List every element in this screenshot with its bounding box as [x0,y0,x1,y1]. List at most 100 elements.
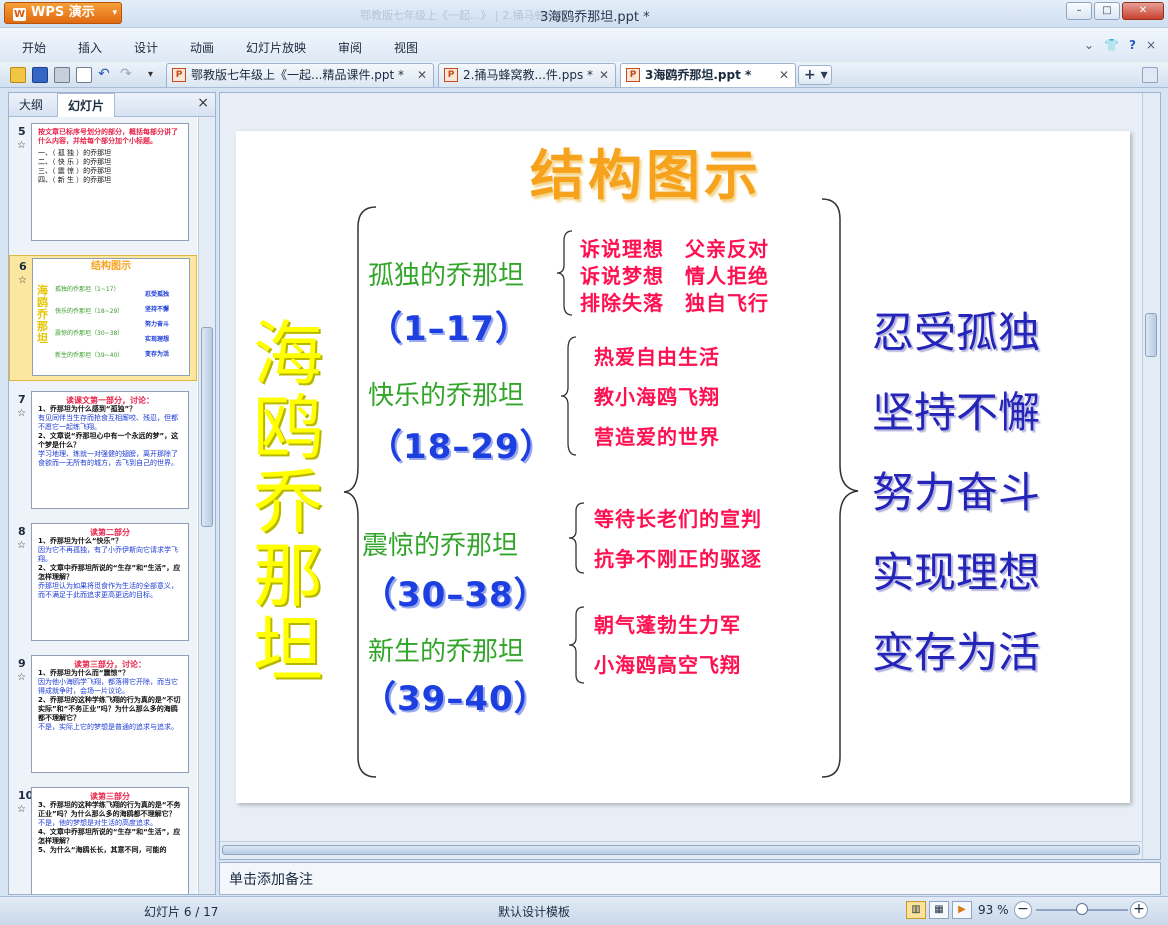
slide-title[interactable]: 结构图示 [530,131,762,210]
skin-shirt-icon[interactable]: 👕 [1104,38,1119,52]
section-brace [556,230,573,316]
section-detail[interactable]: 抗争不刚正的驱逐 [594,543,762,572]
maximize-button[interactable]: □ [1094,2,1120,20]
tab-outline[interactable]: 大纲 [19,96,43,113]
slide-thumbnail[interactable]: 结构图示 海鸥乔那坦 孤独的乔那坦（1~17） 快乐的乔那坦（18~29） 震惊… [32,258,190,376]
menu-view[interactable]: 视图 [394,39,418,56]
section-name[interactable]: 孤独的乔那坦 [368,255,524,292]
thumb-line: 不是，他的梦想是对生活的高度追求。 [38,819,157,827]
section-detail[interactable]: 小海鸥高空飞翔 [594,649,741,678]
theme-text[interactable]: 变存为活 [872,619,1040,680]
menu-design[interactable]: 设计 [134,39,158,56]
thumb-line: 1、乔那坦为什么而“震惊”？ [38,669,130,677]
minimize-button[interactable]: – [1066,2,1092,20]
close-tab-icon[interactable]: ✕ [779,64,789,86]
zoom-out-button[interactable]: − [1014,901,1032,919]
ppt-file-icon: P [626,68,640,82]
slide-thumbnail[interactable]: 读课文第一部分，讨论： 1、乔那坦为什么感到“孤独”？ 有见同伴当生存而抢食互相… [31,391,189,509]
slide-canvas[interactable]: 结构图示 海鸥乔那坦 孤独的乔那坦 （1–17） 诉说理想 父亲反对 诉说梦想 … [236,131,1130,803]
close-button[interactable]: ✕ [1122,2,1164,20]
section-range[interactable]: （18–29） [368,419,555,468]
horizontal-scrollbar[interactable] [220,841,1144,859]
help-icon[interactable]: ? [1129,38,1136,52]
toolbar-customize-icon[interactable]: ▾ [148,67,164,83]
section-detail[interactable]: 等待长老们的宣判 [594,503,762,532]
theme-text[interactable]: 坚持不懈 [872,379,1040,440]
slide-sorter-icon[interactable]: ▦ [929,901,949,919]
menu-slideshow[interactable]: 幻灯片放映 [246,39,306,56]
thumb-theme: 忍受孤独 [145,291,170,298]
section-name[interactable]: 新生的乔那坦 [368,631,524,668]
thumb-line: 学习地理、练就一对强健的翅膀，离开那除了食欲而一无所有的城方，去飞到自己的世界。 [38,450,178,467]
thumbnail-row[interactable]: 7 ☆ 读课文第一部分，讨论： 1、乔那坦为什么感到“孤独”？ 有见同伴当生存而… [9,389,197,513]
section-range[interactable]: （1–17） [368,301,530,350]
scrollbar-thumb[interactable] [222,845,1140,855]
menu-home[interactable]: 开始 [22,39,46,56]
collapse-ribbon-icon[interactable]: ⌄ [1084,38,1094,52]
pane-close-icon[interactable]: × [197,95,209,111]
section-detail[interactable]: 诉说理想 父亲反对 [580,233,769,262]
vertical-title[interactable]: 海鸥乔那坦 [248,317,328,687]
redo-icon[interactable]: ↷ [120,67,136,83]
section-detail[interactable]: 诉说梦想 情人拒绝 [580,260,769,289]
section-detail[interactable]: 教小海鸥飞翔 [594,381,720,410]
theme-text[interactable]: 努力奋斗 [872,459,1040,520]
slide-thumbnail[interactable]: 读第三部分 3、乔那坦的这种学练飞翔的行为真的是“不务正业”吗？为什么那么多的海… [31,787,189,894]
close-tab-icon[interactable]: ✕ [417,64,427,86]
zoom-in-button[interactable]: + [1130,901,1148,919]
title-bar: W WPS 演示 ▾ 鄂教版七年级上《一起...》 | 2.捅马蜂窝教... 3海… [0,0,1168,28]
section-detail[interactable]: 朝气蓬勃生力军 [594,609,741,638]
thumbnail-list: 5 ☆ 按文章已标序号划分的部分，概括每部分讲了什么内容，并给每个部分加个小标题… [9,117,197,894]
save-icon[interactable] [32,67,48,83]
section-name[interactable]: 震惊的乔那坦 [362,525,518,562]
section-detail[interactable]: 热爱自由生活 [594,341,720,370]
thumb-title: 读第二部分 [90,528,130,537]
slideshow-play-icon[interactable]: ▶ [952,901,972,919]
tab-list-icon[interactable] [1142,67,1158,83]
window-close-small-icon[interactable]: × [1146,38,1156,52]
thumbnail-row[interactable]: 10 ☆ 读第三部分 3、乔那坦的这种学练飞翔的行为真的是“不务正业”吗？为什么… [9,785,197,894]
section-name[interactable]: 快乐的乔那坦 [368,375,524,412]
menu-animation[interactable]: 动画 [190,39,214,56]
thumb-line: 5、为什么“海鸥长长，其意不同，可能的 [38,846,167,854]
theme-text[interactable]: 忍受孤独 [872,299,1040,360]
slide-thumbnail[interactable]: 读第三部分，讨论： 1、乔那坦为什么而“震惊”？ 因为他小海鸥学飞翔，都落得它开… [31,655,189,773]
notes-input[interactable]: 单击添加备注 [219,862,1161,895]
slide-thumbnail[interactable]: 按文章已标序号划分的部分，概括每部分讲了什么内容，并给每个部分加个小标题。 一、… [31,123,189,241]
design-template-name[interactable]: 默认设计模板 [498,903,570,920]
doc-tab-label: 3海鸥乔那坦.ppt * [645,68,752,82]
zoom-slider-handle[interactable] [1076,903,1088,915]
thumbnail-row[interactable]: 9 ☆ 读第三部分，讨论： 1、乔那坦为什么而“震惊”？ 因为他小海鸥学飞翔，都… [9,653,197,777]
window-title: 3海鸥乔那坦.ppt * [540,10,650,25]
new-tab-button[interactable]: + ▾ [798,65,832,85]
thumbnail-row[interactable]: 8 ☆ 读第二部分 1、乔那坦为什么“快乐”？ 因为它不再孤独，有了小乔伊斯向它… [9,521,197,645]
print-icon[interactable] [54,67,70,83]
vertical-scrollbar[interactable] [1142,93,1160,859]
menu-insert[interactable]: 插入 [78,39,102,56]
section-detail[interactable]: 排除失落 独自飞行 [580,287,769,316]
thumb-line: 有见同伴当生存而抢食互相厮咬、残忍，但都不愿它一起练飞翔。 [38,414,178,431]
thumbnail-row-active[interactable]: 6 ☆ 结构图示 海鸥乔那坦 孤独的乔那坦（1~17） 快乐的乔那坦（18~29… [9,255,197,381]
normal-view-icon[interactable]: ▥ [906,901,926,919]
open-folder-icon[interactable] [10,67,26,83]
slide-number: 6 [19,260,27,273]
section-detail[interactable]: 营造爱的世界 [594,421,720,450]
thumb-line: 1、乔那坦为什么感到“孤独”？ [38,405,137,413]
thumbnail-row[interactable]: 5 ☆ 按文章已标序号划分的部分，概括每部分讲了什么内容，并给每个部分加个小标题… [9,121,197,245]
doc-tab-2[interactable]: P 2.捅马蜂窝教...件.pps * ✕ [438,63,616,87]
slide-thumbnail[interactable]: 读第二部分 1、乔那坦为什么“快乐”？ 因为它不再孤独，有了小乔伊斯向它请求学飞… [31,523,189,641]
theme-text[interactable]: 实现理想 [872,539,1040,600]
menu-review[interactable]: 审阅 [338,39,362,56]
close-tab-icon[interactable]: ✕ [599,64,609,86]
thumbnail-scrollbar[interactable] [198,117,215,894]
undo-icon[interactable]: ↶ [98,67,114,83]
section-range[interactable]: （30–38） [362,567,549,616]
scrollbar-thumb[interactable] [1145,313,1157,357]
tab-slides[interactable]: 幻灯片 [57,93,116,117]
doc-tab-3-active[interactable]: P 3海鸥乔那坦.ppt * ✕ [620,63,796,87]
section-range[interactable]: （39–40） [362,671,549,720]
print-preview-icon[interactable] [76,67,92,83]
doc-tab-1[interactable]: P 鄂教版七年级上《一起...精品课件.ppt * ✕ [166,63,434,87]
wps-app-menu-button[interactable]: W WPS 演示 ▾ [4,2,122,24]
scrollbar-thumb[interactable] [201,327,213,527]
